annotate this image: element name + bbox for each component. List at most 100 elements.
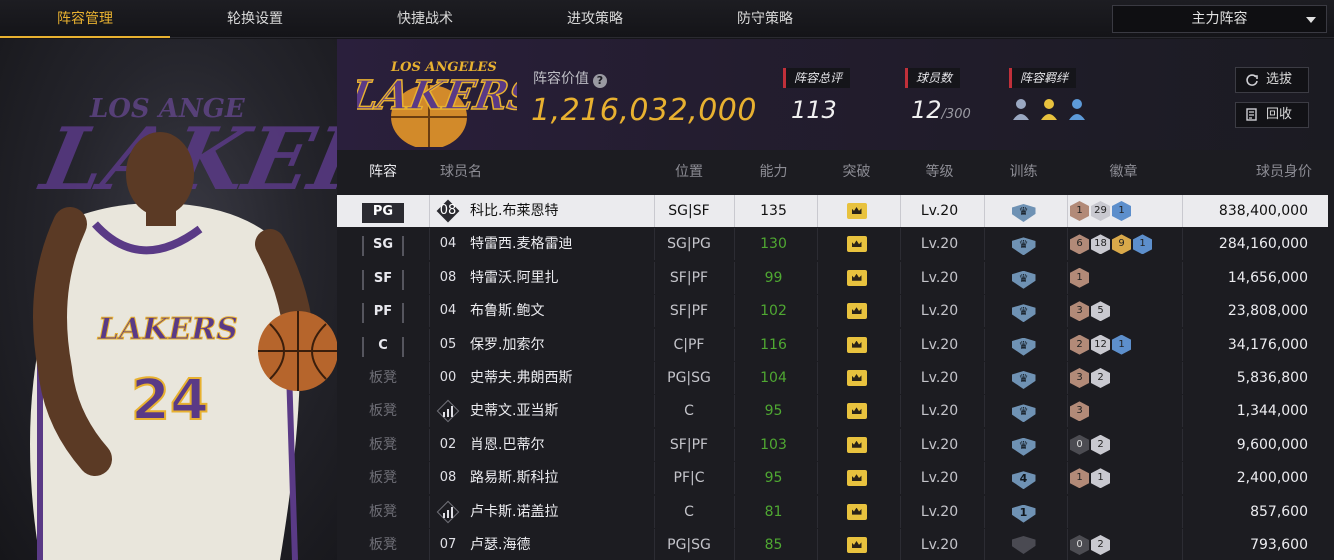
player-name[interactable]: 特雷西.麦格雷迪: [470, 228, 572, 260]
player-level: Lv.20: [920, 236, 959, 253]
divider: [1067, 228, 1068, 261]
divider: [817, 529, 818, 560]
col-training[interactable]: 训练: [987, 150, 1060, 194]
badge-list[interactable]: 3: [1070, 401, 1091, 422]
table-row[interactable]: SG 04 特雷西.麦格雷迪 SG|PG 130 Lv.20 ♛ 6 18 9 1 2…: [337, 228, 1328, 261]
player-name[interactable]: 史蒂文.亚当斯: [470, 395, 558, 427]
training-cell[interactable]: ♛: [987, 329, 1060, 361]
divider: [900, 428, 901, 461]
breakthrough-cell[interactable]: [820, 529, 893, 560]
col-badges[interactable]: 徽章: [1087, 150, 1160, 194]
table-row[interactable]: SF 08 特雷沃.阿里扎 SF|PF 99 Lv.20 ♛ 1 14,656,…: [337, 261, 1328, 294]
badge-list[interactable]: 02: [1070, 434, 1112, 455]
divider: [1182, 495, 1183, 528]
lineup-slot[interactable]: 板凳: [337, 462, 429, 494]
player-name[interactable]: 保罗.加索尔: [470, 329, 544, 361]
breakthrough-cell[interactable]: [820, 395, 893, 427]
table-row[interactable]: 板凳 卢卡斯.诺盖拉 C 81 Lv.20 1 857,600: [337, 495, 1328, 528]
breakthrough-cell[interactable]: [820, 228, 893, 260]
training-cell[interactable]: ♛: [987, 395, 1060, 427]
breakthrough-cell[interactable]: [820, 362, 893, 394]
training-cell[interactable]: ♛: [987, 262, 1060, 294]
player-name[interactable]: 肖恩.巴蒂尔: [470, 429, 544, 461]
breakthrough-cell[interactable]: [820, 295, 893, 327]
training-cell[interactable]: ♛: [987, 429, 1060, 461]
player-count-capacity: /300: [941, 107, 971, 122]
lineup-slot[interactable]: C: [337, 329, 429, 361]
col-breakthrough[interactable]: 突破: [820, 150, 893, 194]
player-name[interactable]: 卢瑟.海德: [470, 529, 530, 560]
tab-quick-tactics[interactable]: 快捷战术: [340, 0, 510, 38]
player-ability: 99: [764, 269, 783, 286]
divider: [817, 495, 818, 528]
badge-list[interactable]: 2 12 1: [1070, 334, 1133, 355]
badge-list[interactable]: 6 18 9 1: [1070, 234, 1154, 255]
recycle-button[interactable]: 回收: [1235, 102, 1309, 128]
select-players-button[interactable]: 选拔: [1235, 67, 1309, 93]
lineup-slot[interactable]: SF: [337, 262, 429, 294]
breakthrough-cell[interactable]: [820, 195, 893, 227]
breakthrough-cell[interactable]: [820, 496, 893, 528]
player-name[interactable]: 布鲁斯.鲍文: [470, 295, 544, 327]
training-cell[interactable]: [987, 529, 1060, 560]
col-position[interactable]: 位置: [654, 150, 724, 194]
lineup-slot[interactable]: 板凳: [337, 496, 429, 528]
lineup-slot[interactable]: 板凳: [337, 529, 429, 560]
badge-list[interactable]: 1 29 1: [1070, 201, 1133, 221]
table-row[interactable]: PF 04 布鲁斯.鲍文 SF|PF 102 Lv.20 ♛ 35 23,808…: [337, 295, 1328, 328]
stat-overall-value: 113: [783, 96, 850, 124]
player-name[interactable]: 卢卡斯.诺盖拉: [470, 496, 558, 528]
tab-lineup-management[interactable]: 阵容管理: [0, 0, 170, 38]
table-row[interactable]: 板凳 02 肖恩.巴蒂尔 SF|PF 103 Lv.20 ♛ 02 9,600,…: [337, 428, 1328, 461]
training-cell[interactable]: ♛: [987, 228, 1060, 260]
badge-list[interactable]: 35: [1070, 301, 1112, 322]
badge-list[interactable]: 32: [1070, 368, 1112, 388]
breakthrough-cell[interactable]: [820, 462, 893, 494]
player-name[interactable]: 路易斯.斯科拉: [470, 462, 558, 494]
chemistry-icons[interactable]: [1009, 94, 1099, 124]
chevron-down-icon: [1306, 17, 1316, 23]
badge-list[interactable]: 1: [1070, 267, 1091, 288]
player-name[interactable]: 特雷沃.阿里扎: [470, 262, 558, 294]
player-position: SF|PF: [669, 269, 709, 286]
player-position: SG|SF: [668, 203, 710, 219]
table-row[interactable]: 板凳 史蒂文.亚当斯 C 95 Lv.20 ♛ 3 1,344,000: [337, 395, 1328, 428]
tab-defense-strategy[interactable]: 防守策略: [680, 0, 850, 38]
player-name[interactable]: 史蒂夫.弗朗西斯: [470, 362, 572, 394]
table-row[interactable]: PG 08 科比.布莱恩特 SG|SF 135 Lv.20 ♛ 1 29 1 838…: [337, 195, 1328, 227]
training-cell[interactable]: 4: [987, 462, 1060, 494]
help-icon[interactable]: ?: [593, 74, 607, 88]
training-cell[interactable]: ♛: [987, 295, 1060, 327]
col-lineup[interactable]: 阵容: [337, 150, 429, 194]
tab-rotation-settings[interactable]: 轮换设置: [170, 0, 340, 38]
lineup-dropdown[interactable]: 主力阵容: [1112, 5, 1327, 33]
breakthrough-cell[interactable]: [820, 329, 893, 361]
table-row[interactable]: 板凳 00 史蒂夫.弗朗西斯 PG|SG 104 Lv.20 ♛ 32 5,83…: [337, 362, 1328, 394]
badge-list[interactable]: 11: [1070, 468, 1112, 489]
table-row[interactable]: 板凳 07 卢瑟.海德 PG|SG 85 Lv.20 02 793,600: [337, 529, 1328, 560]
training-cell[interactable]: ♛: [987, 195, 1060, 227]
training-cell[interactable]: 1: [987, 496, 1060, 528]
player-name[interactable]: 科比.布莱恩特: [470, 195, 558, 227]
training-cell[interactable]: ♛: [987, 362, 1060, 394]
lineup-slot[interactable]: 板凳: [337, 362, 429, 394]
table-row[interactable]: 板凳 08 路易斯.斯科拉 PF|C 95 Lv.20 4 11 2,400,0…: [337, 462, 1328, 495]
lineup-slot[interactable]: 板凳: [337, 395, 429, 427]
recycle-label: 回收: [1266, 107, 1293, 122]
slot-badge: SG: [362, 236, 404, 257]
col-level[interactable]: 等级: [903, 150, 976, 194]
slot-badge: SF: [362, 269, 404, 290]
breakthrough-cell[interactable]: [820, 262, 893, 294]
col-player-value[interactable]: 球员身价: [1217, 150, 1312, 194]
table-row[interactable]: C 05 保罗.加索尔 C|PF 116 Lv.20 ♛ 2 12 1 34,176…: [337, 328, 1328, 361]
training-shield-icon: 4: [1011, 471, 1036, 490]
badge-list[interactable]: 02: [1070, 535, 1112, 555]
tab-offense-strategy[interactable]: 进攻策略: [510, 0, 680, 38]
col-player-name[interactable]: 球员名: [440, 150, 490, 194]
col-ability[interactable]: 能力: [737, 150, 810, 194]
lineup-slot[interactable]: PG: [337, 195, 429, 227]
lineup-slot[interactable]: 板凳: [337, 429, 429, 461]
lineup-slot[interactable]: SG: [337, 228, 429, 260]
breakthrough-cell[interactable]: [820, 429, 893, 461]
lineup-slot[interactable]: PF: [337, 295, 429, 327]
